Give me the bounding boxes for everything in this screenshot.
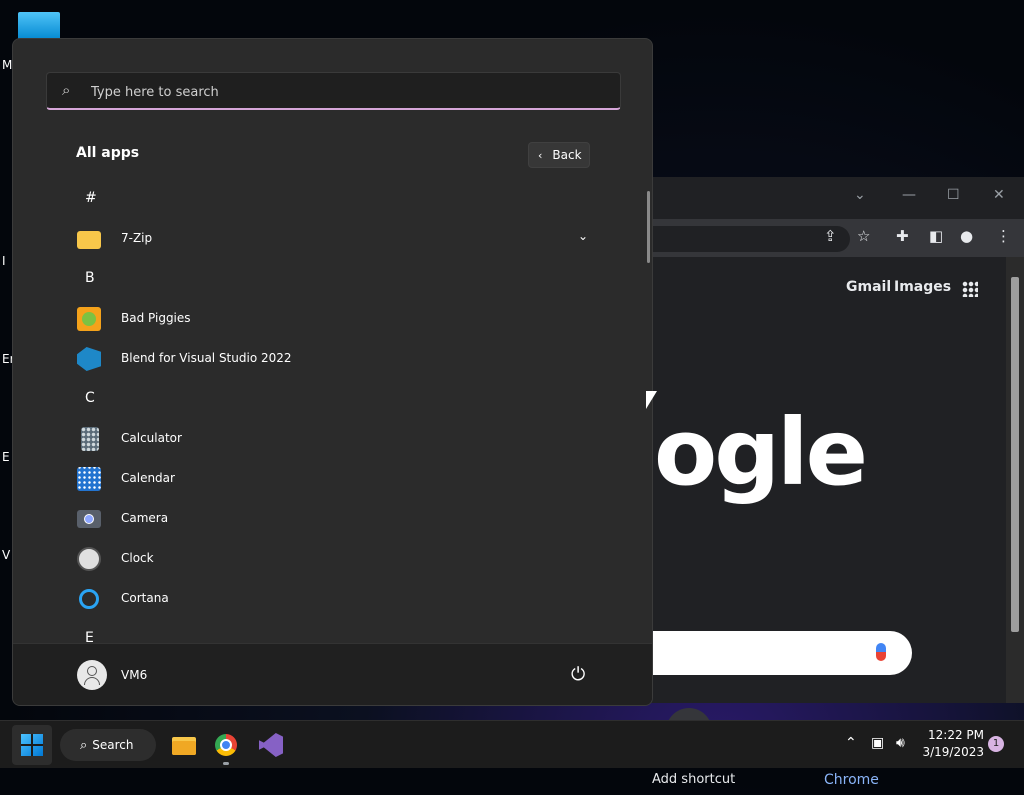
desktop-icon-recycle[interactable] (18, 12, 60, 40)
desktop-label: M (2, 58, 13, 72)
start-search-box[interactable]: ⌕ (46, 72, 621, 110)
start-button[interactable] (12, 725, 52, 765)
back-button[interactable]: ‹ Back (528, 142, 590, 168)
active-indicator (223, 762, 229, 765)
taskbar-search-button[interactable]: ⌕ Search (60, 729, 156, 761)
mouse-cursor-icon (646, 391, 657, 409)
app-item-calculator[interactable]: Calculator (13, 419, 643, 459)
section-letter: B (85, 270, 95, 286)
section-letter: C (85, 390, 95, 406)
date: 3/19/2023 (922, 745, 984, 759)
app-item-bad-piggies[interactable]: Bad Piggies (13, 299, 643, 339)
google-apps-icon[interactable] (962, 281, 978, 297)
windows-logo-icon (21, 734, 43, 756)
network-icon[interactable]: ▣ (871, 735, 884, 751)
desktop-label: E (2, 450, 10, 464)
power-icon[interactable]: ⏻ (571, 664, 585, 685)
gmail-link[interactable]: Gmail (846, 279, 891, 295)
app-name: Calendar (121, 471, 175, 485)
calculator-icon (81, 427, 99, 451)
time: 12:22 PM (928, 728, 984, 742)
kebab-menu-icon[interactable]: ⋮ (996, 227, 1011, 245)
app-list-scrollbar[interactable] (647, 191, 650, 263)
google-search-box[interactable] (640, 631, 912, 675)
address-bar[interactable] (640, 226, 850, 252)
search-icon: ⌕ (80, 738, 88, 753)
desktop-label: V (2, 548, 11, 562)
section-header-c[interactable]: C (13, 379, 643, 419)
page-scrollbar[interactable] (1006, 257, 1024, 703)
chrome-icon (215, 734, 237, 756)
google-logo: ogle (654, 399, 868, 506)
search-input[interactable] (89, 79, 593, 105)
taskbar-clock[interactable]: 12:22 PM 3/19/2023 (920, 727, 984, 761)
start-menu: ⌕ All apps ‹ Back # 7-Zip ⌄ B Bad Piggies… (12, 38, 653, 706)
chevron-left-icon: ‹ (538, 149, 543, 162)
app-item-calendar[interactable]: Calendar (13, 459, 643, 499)
search-icon: ⌕ (62, 81, 71, 99)
taskbar-search-label: Search (92, 738, 134, 752)
app-item-blend[interactable]: Blend for Visual Studio 2022 (13, 339, 643, 379)
tab-search-icon[interactable]: ⌄ (854, 187, 866, 203)
chevron-up-icon[interactable]: ⌃ (845, 735, 857, 751)
app-name: Clock (121, 551, 154, 565)
app-name: 7-Zip (121, 231, 153, 245)
desktop-label: I (2, 254, 6, 268)
taskbar: ⌕ Search ⌃ ▣ 🔊︎ 12:22 PM 3/19/2023 1 (0, 720, 1024, 768)
app-item-camera[interactable]: Camera (13, 499, 643, 539)
folder-icon (77, 231, 101, 249)
volume-icon[interactable]: 🔊︎ (896, 735, 905, 751)
blend-icon (77, 347, 101, 371)
bad-piggies-icon (77, 307, 101, 331)
user-avatar[interactable] (77, 660, 107, 690)
app-name: Camera (121, 511, 169, 525)
microphone-icon[interactable] (876, 643, 886, 661)
chevron-down-icon[interactable]: ⌄ (578, 229, 588, 243)
notification-badge[interactable]: 1 (988, 736, 1004, 752)
app-name: Calculator (121, 431, 182, 445)
section-header-e[interactable]: E (13, 619, 643, 644)
close-button[interactable]: ✕ (993, 187, 1005, 203)
app-item-cortana[interactable]: Cortana (13, 579, 643, 619)
section-header-hash[interactable]: # (13, 179, 643, 219)
chrome-titlebar: ⌄ — ☐ ✕ (640, 177, 1024, 219)
minimize-button[interactable]: — (902, 187, 916, 203)
camera-icon (77, 510, 101, 528)
start-footer: VM6 ⏻ (13, 643, 652, 705)
chrome-window: ⌄ — ☐ ✕ ⇪ ☆ ✚ ◧ ● ⋮ + Add shortcut ✎Cust… (640, 177, 1024, 788)
chrome-taskbar-button[interactable] (206, 725, 246, 765)
share-icon[interactable]: ⇪ (824, 227, 837, 245)
user-name[interactable]: VM6 (121, 668, 147, 682)
file-explorer-button[interactable] (162, 725, 202, 765)
app-list: # 7-Zip ⌄ B Bad Piggies Blend for Visual… (13, 179, 643, 644)
images-link[interactable]: Images (894, 279, 951, 295)
scroll-thumb[interactable] (1011, 277, 1019, 632)
app-name: Bad Piggies (121, 311, 191, 325)
app-item-clock[interactable]: Clock (13, 539, 643, 579)
clock-icon (77, 547, 101, 571)
sidepanel-icon[interactable]: ◧ (929, 227, 943, 245)
app-name: Cortana (121, 591, 169, 605)
visual-studio-icon (259, 733, 283, 757)
maximize-button[interactable]: ☐ (947, 187, 960, 203)
section-letter: E (85, 630, 94, 644)
star-icon[interactable]: ☆ (857, 227, 870, 245)
app-item-7zip[interactable]: 7-Zip ⌄ (13, 219, 643, 259)
puzzle-icon[interactable]: ✚ (896, 227, 909, 245)
cortana-icon (79, 589, 99, 609)
add-shortcut-label: Add shortcut (652, 772, 736, 787)
all-apps-title: All apps (76, 145, 140, 161)
visual-studio-button[interactable] (250, 725, 290, 765)
calendar-icon (77, 467, 101, 491)
profile-icon[interactable]: ● (960, 227, 973, 245)
back-label: Back (552, 148, 582, 162)
section-header-b[interactable]: B (13, 259, 643, 299)
app-name: Blend for Visual Studio 2022 (121, 351, 292, 365)
section-letter: # (85, 190, 97, 206)
